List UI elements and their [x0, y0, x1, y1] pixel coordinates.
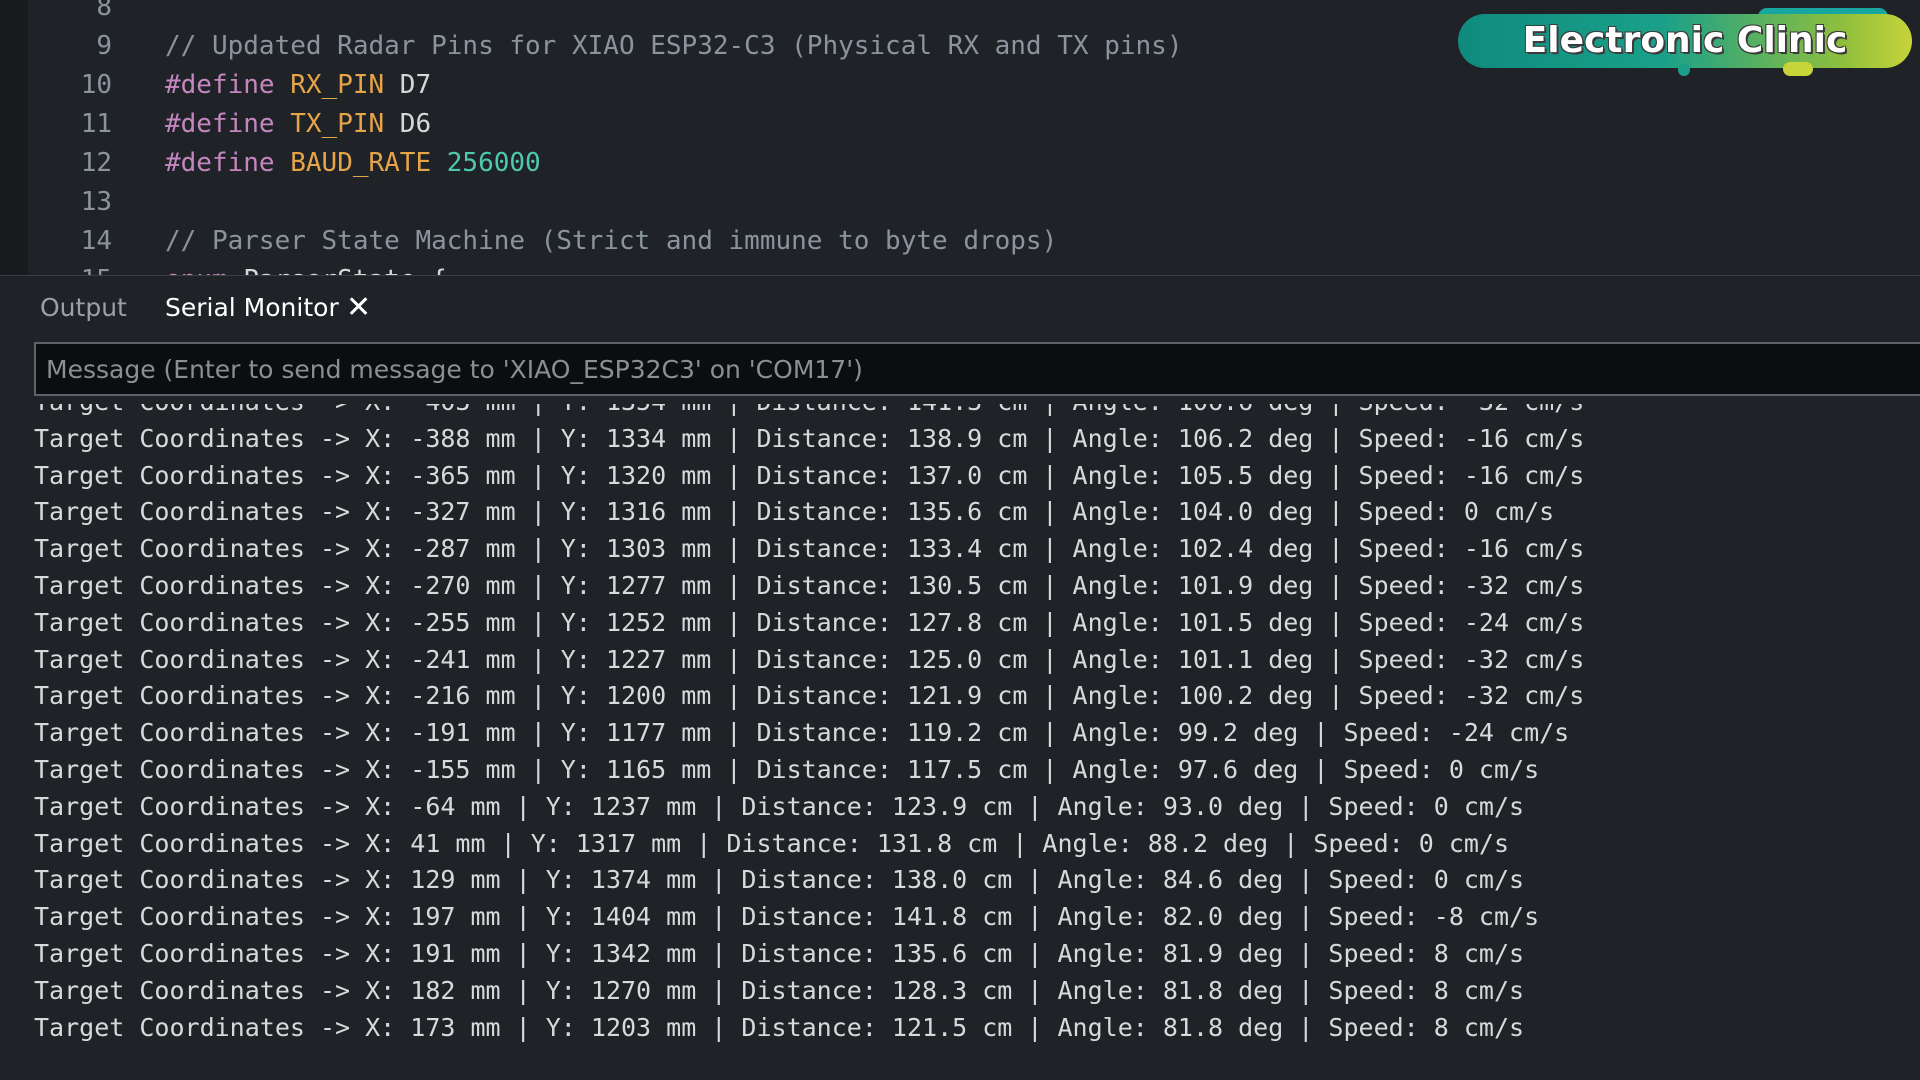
code-token-comment: // Updated Radar Pins for XIAO ESP32-C3 … [165, 31, 1183, 61]
line-number: 13 [80, 187, 112, 217]
electronic-clinic-logo: Electronic Clinic [1458, 8, 1912, 76]
serial-log-line: Target Coordinates -> X: -270 mm | Y: 12… [34, 571, 1585, 600]
line-number: 10 [80, 70, 112, 100]
logo-text: Electronic Clinic [1522, 20, 1848, 61]
code-token-keyword: #define [165, 109, 291, 139]
serial-log-line: Target Coordinates -> X: -64 mm | Y: 123… [34, 791, 1525, 821]
serial-log-line: Target Coordinates -> X: -241 mm | Y: 12… [34, 644, 1585, 674]
serial-log-line: Target Coordinates -> X: 41 mm | Y: 1317… [34, 828, 1510, 858]
code-token-macro: TX_PIN [290, 109, 385, 139]
serial-log-line: Target Coordinates -> X: -403 mm | Y: 13… [34, 404, 1584, 421]
code-token-number: 256000 [431, 148, 541, 178]
serial-log-line: Target Coordinates -> X: 182 mm | Y: 127… [34, 975, 1525, 1005]
serial-log-line: Target Coordinates -> X: -388 mm | Y: 13… [34, 423, 1585, 453]
line-code: #define BAUD_RATE 256000 [165, 144, 541, 183]
serial-log-line: Target Coordinates -> X: 173 mm | Y: 120… [34, 1012, 1525, 1042]
code-line[interactable]: 15 enum ParserState { [0, 261, 1900, 276]
close-icon[interactable]: ✕ [346, 276, 371, 340]
serial-log-line: Target Coordinates -> X: 197 mm | Y: 140… [34, 902, 1540, 932]
code-token-comment: // Parser State Machine (Strict and immu… [165, 226, 1058, 256]
line-code: #define RX_PIN D7 [165, 66, 431, 105]
code-line[interactable]: 11 #define TX_PIN D6 [0, 105, 1900, 144]
serial-log-line: Target Coordinates -> X: -255 mm | Y: 12… [34, 607, 1585, 637]
code-line[interactable]: 12 #define BAUD_RATE 256000 [0, 144, 1900, 183]
serial-log-line: Target Coordinates -> X: 191 mm | Y: 134… [34, 939, 1525, 968]
line-number: 12 [80, 148, 112, 178]
code-token-keyword: #define [165, 148, 291, 178]
line-number: 14 [80, 226, 112, 256]
line-code: // Parser State Machine (Strict and immu… [165, 222, 1057, 261]
tab-output[interactable]: Output [40, 276, 127, 340]
code-token-macro: BAUD_RATE [290, 148, 432, 178]
line-code: // Updated Radar Pins for XIAO ESP32-C3 … [165, 27, 1182, 66]
code-line[interactable]: 13 [0, 183, 1900, 222]
code-token-value: D7 [384, 70, 432, 100]
line-number: 15 [28, 261, 112, 276]
serial-output-log[interactable]: Target Coordinates -> X: -403 mm | Y: 13… [0, 404, 1920, 1080]
serial-log-line: Target Coordinates -> X: -216 mm | Y: 12… [34, 681, 1585, 711]
code-line[interactable]: 14 // Parser State Machine (Strict and im… [0, 222, 1900, 261]
line-code: enum ParserState { [165, 261, 447, 276]
code-token-keyword: #define [165, 70, 291, 100]
serial-log-line: Target Coordinates -> X: -365 mm | Y: 13… [34, 460, 1585, 490]
serial-message-input[interactable] [34, 342, 1920, 396]
serial-log-line: Target Coordinates -> X: -191 mm | Y: 11… [34, 718, 1570, 748]
line-number: 8 [96, 0, 112, 22]
code-token-value: D6 [384, 109, 432, 139]
tab-serial-monitor[interactable]: Serial Monitor [165, 276, 339, 340]
serial-log-line: Target Coordinates -> X: -287 mm | Y: 13… [34, 534, 1585, 564]
serial-output-scrollbar[interactable] [1910, 404, 1920, 1080]
code-token-macro: RX_PIN [290, 70, 385, 100]
serial-log-line: Target Coordinates -> X: 129 mm | Y: 137… [34, 865, 1525, 895]
line-code: #define TX_PIN D6 [165, 105, 431, 144]
serial-log-line: Target Coordinates -> X: -327 mm | Y: 13… [34, 497, 1555, 527]
code-line[interactable]: 10 #define RX_PIN D7 [0, 66, 1900, 105]
line-number: 11 [80, 109, 112, 139]
serial-log-line: Target Coordinates -> X: -155 mm | Y: 11… [34, 755, 1540, 784]
bottom-panel-tabs: Output Serial Monitor ✕ [0, 276, 1920, 340]
code-editor[interactable]: 8 9 // Updated Radar Pins for XIAO ESP32-C… [0, 0, 1920, 276]
line-number: 9 [96, 31, 112, 61]
